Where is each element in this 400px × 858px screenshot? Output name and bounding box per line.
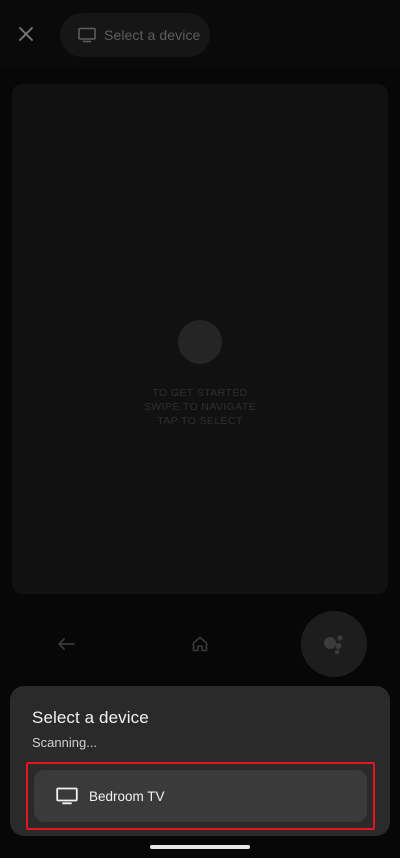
tv-icon (56, 787, 78, 805)
hint-line: TO GET STARTED (152, 387, 248, 399)
back-arrow-icon (58, 638, 75, 650)
device-name: Bedroom TV (89, 788, 165, 804)
hint-line: TAP TO SELECT (157, 415, 243, 427)
close-button[interactable] (12, 20, 40, 48)
tv-icon (78, 27, 96, 43)
gesture-bar[interactable] (150, 845, 250, 849)
back-button[interactable] (50, 630, 82, 658)
scanning-status: Scanning... (32, 735, 98, 750)
hint-line: SWIPE TO NAVIGATE (143, 401, 257, 413)
highlight-box: Bedroom TV (26, 762, 375, 830)
sheet-title: Select a device (32, 708, 149, 727)
select-device-button[interactable]: Select a device (60, 13, 210, 57)
touch-indicator (178, 320, 222, 364)
home-icon (192, 636, 208, 652)
close-icon (19, 27, 33, 41)
device-picker-sheet: Select a device Scanning... Bedroom TV (10, 686, 390, 836)
touchpad-hint: TO GET STARTED SWIPE TO NAVIGATE TAP TO … (12, 386, 388, 428)
select-device-label: Select a device (104, 27, 201, 43)
touchpad[interactable]: TO GET STARTED SWIPE TO NAVIGATE TAP TO … (12, 84, 388, 594)
google-assistant-icon (324, 635, 343, 655)
device-item-bedroom-tv[interactable]: Bedroom TV (34, 770, 367, 822)
remote-screen: Select a device TO GET STARTED SWIPE TO … (0, 0, 400, 858)
home-button[interactable] (186, 630, 214, 658)
top-bar: Select a device (0, 0, 400, 68)
assistant-button[interactable] (301, 611, 367, 677)
